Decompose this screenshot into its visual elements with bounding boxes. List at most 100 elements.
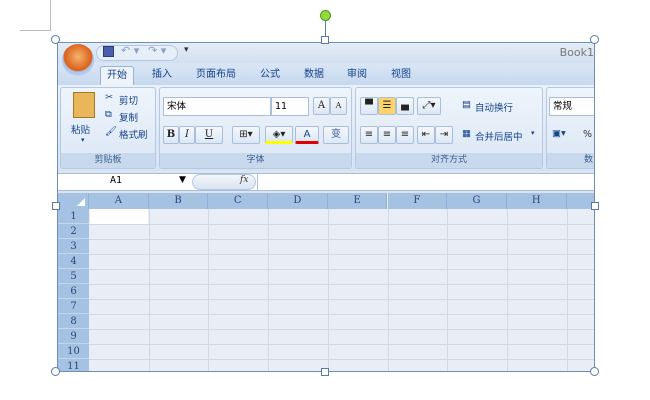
row-header-4[interactable]: 4 — [58, 254, 89, 269]
resize-handle-bottom-right[interactable] — [590, 367, 599, 376]
tab-page-layout[interactable]: 页面布局 — [190, 66, 242, 85]
phonetic-button[interactable]: 变 — [323, 126, 349, 144]
align-left-button[interactable]: ≡ — [360, 126, 378, 144]
accounting-format-icon[interactable]: ▣▾ — [552, 128, 566, 139]
row-header-7[interactable]: 7 — [58, 299, 89, 314]
row-header-9[interactable]: 9 — [58, 329, 89, 344]
paste-dropdown-icon[interactable]: ▾ — [81, 136, 85, 144]
italic-button[interactable]: I — [179, 126, 195, 144]
resize-handle-left[interactable] — [52, 202, 60, 210]
format-painter-button[interactable]: 格式刷 — [119, 127, 148, 141]
font-name-select[interactable]: 宋体 — [163, 97, 271, 116]
tab-insert[interactable]: 插入 — [146, 66, 178, 85]
row-header-11[interactable]: 11 — [58, 359, 89, 371]
office-button[interactable] — [62, 44, 94, 76]
paste-button[interactable]: 粘贴 — [71, 122, 90, 136]
worksheet-grid[interactable]: ABCDEFGH 1 2 3 4 5 6 7 8 9 10 11 — [58, 193, 594, 371]
cut-button[interactable]: 剪切 — [119, 93, 138, 107]
tab-view[interactable]: 视图 — [385, 66, 417, 85]
font-color-button[interactable]: A — [295, 126, 319, 144]
gridline — [208, 209, 210, 371]
excel-window-image[interactable]: ↶ ▾ ↷ ▾ ▾ Book1 开始 插入 页面布局 公式 数据 审阅 视图 粘… — [57, 42, 595, 372]
borders-button[interactable]: ⊞▾ — [232, 126, 260, 144]
insert-function-button[interactable]: fx — [240, 175, 248, 185]
tab-review[interactable]: 审阅 — [341, 66, 373, 85]
gridline — [89, 224, 594, 225]
gridline — [89, 269, 594, 270]
column-header-d[interactable]: D — [268, 193, 328, 209]
alignment-group-label: 对齐方式 — [356, 153, 542, 168]
save-icon[interactable] — [103, 46, 114, 57]
gridline — [89, 239, 594, 240]
column-header-f[interactable]: F — [387, 193, 448, 209]
align-bottom-button[interactable]: ▄ — [396, 97, 414, 115]
resize-handle-top[interactable] — [321, 36, 329, 44]
name-box-dropdown-icon[interactable]: ▼ — [179, 175, 186, 185]
column-header-g[interactable]: G — [447, 193, 507, 209]
undo-icon[interactable]: ↶ ▾ — [121, 44, 139, 57]
formula-input[interactable] — [257, 174, 594, 190]
fill-bucket-icon: ◈▾ — [272, 129, 286, 140]
resize-handle-bottom[interactable] — [321, 368, 329, 376]
row-header-1[interactable]: 1 — [58, 209, 89, 224]
customize-toolbar-icon[interactable]: ▾ — [184, 45, 189, 55]
fill-color-button[interactable]: ◈▾ — [265, 126, 293, 144]
column-header-a[interactable]: A — [89, 193, 149, 209]
increase-indent-button[interactable]: ⇥ — [435, 126, 453, 144]
column-header-h[interactable]: H — [506, 193, 567, 209]
merge-dropdown-icon[interactable]: ▾ — [531, 129, 535, 137]
bold-button[interactable]: B — [163, 126, 179, 144]
resize-handle-top-left[interactable] — [51, 35, 60, 44]
wrap-text-icon: ▤ — [462, 99, 471, 110]
tab-data[interactable]: 数据 — [298, 66, 330, 85]
shrink-font-button[interactable]: A — [330, 97, 347, 115]
select-all-triangle-icon — [77, 198, 85, 206]
clipboard-group: 粘贴 ▾ ✂ 剪切 ⧉ 复制 🖌 格式刷 剪贴板 — [60, 87, 156, 169]
select-all-button[interactable] — [58, 193, 89, 209]
align-top-button[interactable]: ▀ — [360, 97, 378, 115]
grow-font-button[interactable]: A — [313, 97, 330, 115]
ribbon: 粘贴 ▾ ✂ 剪切 ⧉ 复制 🖌 格式刷 剪贴板 宋体 11 A A B I U… — [58, 85, 594, 171]
percent-button[interactable]: % — [583, 129, 592, 140]
gridline — [268, 209, 270, 371]
row-header-8[interactable]: 8 — [58, 314, 89, 329]
window-title: Book1 — [559, 46, 594, 59]
tab-home[interactable]: 开始 — [100, 66, 134, 85]
active-cell-a1[interactable] — [90, 209, 148, 224]
resize-handle-top-right[interactable] — [590, 35, 599, 44]
row-header-2[interactable]: 2 — [58, 224, 89, 239]
font-size-select[interactable]: 11 — [271, 97, 309, 116]
merge-center-button[interactable]: 合并后居中 — [475, 129, 523, 143]
borders-icon: ⊞▾ — [239, 129, 253, 140]
column-header-b[interactable]: B — [148, 193, 209, 209]
wrap-text-button[interactable]: 自动换行 — [475, 100, 513, 114]
gridline — [148, 209, 150, 371]
underline-button[interactable]: U — [195, 126, 223, 144]
decrease-indent-button[interactable]: ⇤ — [417, 126, 435, 144]
column-header-e[interactable]: E — [327, 193, 388, 209]
gridline — [89, 329, 594, 330]
row-header-6[interactable]: 6 — [58, 284, 89, 299]
gridline — [89, 284, 594, 285]
number-group-label: 数 — [547, 153, 594, 168]
number-format-select[interactable]: 常规 — [549, 97, 594, 116]
title-bar: ↶ ▾ ↷ ▾ ▾ Book1 — [58, 43, 594, 76]
orientation-button[interactable]: ⤢▾ — [417, 97, 441, 115]
align-center-button[interactable]: ≡ — [378, 126, 396, 144]
name-box[interactable]: A1 — [110, 175, 122, 186]
tab-formulas[interactable]: 公式 — [254, 66, 286, 85]
gridline — [566, 209, 568, 371]
gridline — [89, 254, 594, 255]
format-painter-icon: 🖌 — [105, 126, 118, 137]
row-header-10[interactable]: 10 — [58, 344, 89, 359]
resize-handle-right[interactable] — [591, 202, 599, 210]
redo-icon[interactable]: ↷ ▾ — [148, 44, 166, 57]
align-right-button[interactable]: ≡ — [396, 126, 414, 144]
rotate-handle[interactable] — [320, 10, 331, 21]
align-middle-button[interactable]: ☰ — [378, 97, 396, 115]
row-header-3[interactable]: 3 — [58, 239, 89, 254]
resize-handle-bottom-left[interactable] — [51, 367, 60, 376]
copy-button[interactable]: 复制 — [119, 110, 138, 124]
row-header-5[interactable]: 5 — [58, 269, 89, 284]
column-header-c[interactable]: C — [208, 193, 269, 209]
